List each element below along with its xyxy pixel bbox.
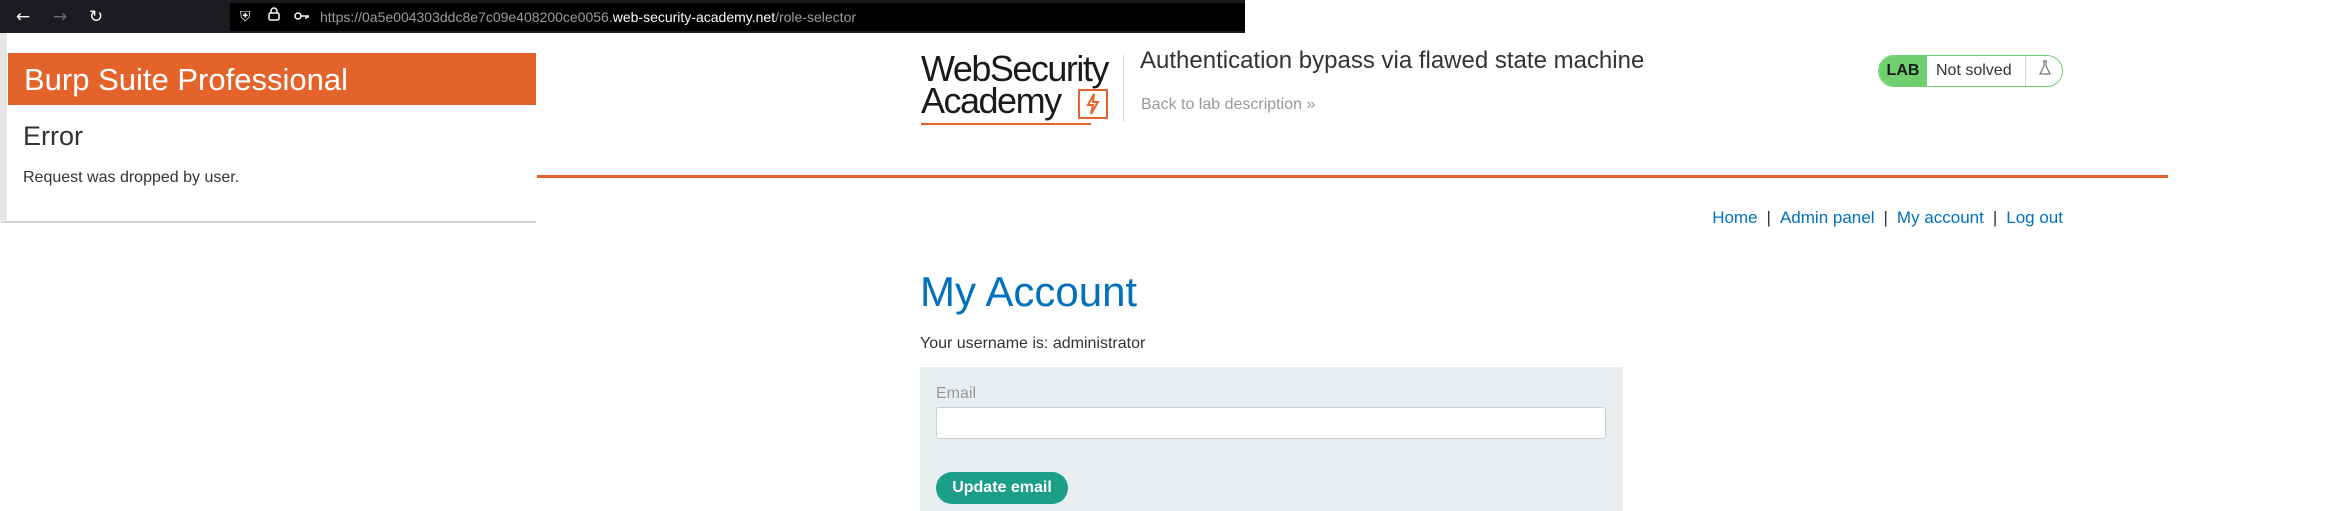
address-bar[interactable]: ⛨ https://0a5e004303ddc8e7c09e408200ce00… <box>230 3 1245 31</box>
back-link-label: Back to lab description <box>1141 96 1302 113</box>
lab-title: Authentication bypass via flawed state m… <box>1140 47 1645 74</box>
shield-icon[interactable]: ⛨ <box>240 7 251 27</box>
browser-toolbar: ← → ↻ ⛨ https://0a5e004303ddc8e7c09e4082… <box>0 0 1245 33</box>
lab-status-text: Not solved <box>1936 62 2012 79</box>
page-title: My Account <box>920 268 1138 315</box>
logo-underline <box>921 123 1091 125</box>
web-security-academy-logo[interactable]: WebSecurity Academy <box>921 51 1121 125</box>
logo-line2: Academy <box>921 80 1062 121</box>
lock-icon[interactable] <box>268 7 280 27</box>
lab-tag: LAB <box>1879 56 1927 86</box>
email-label: Email <box>936 385 977 402</box>
url-prefix: https://0a5e004303ddc8e7c09e408200ce0056… <box>320 9 613 25</box>
account-nav: Home | Admin panel | My account | Log out <box>1712 208 2063 228</box>
header-divider <box>1123 55 1124 122</box>
error-message: Request was dropped by user. <box>23 169 240 186</box>
header-rule <box>537 175 2168 178</box>
url-text[interactable]: https://0a5e004303ddc8e7c09e408200ce0056… <box>320 7 856 27</box>
lightning-icon <box>1078 89 1108 119</box>
nav-log-out-link[interactable]: Log out <box>2006 208 2063 227</box>
nav-separator: | <box>1766 208 1771 227</box>
nav-home-link[interactable]: Home <box>1712 208 1757 227</box>
nav-admin-panel-link[interactable]: Admin panel <box>1780 208 1875 227</box>
back-arrow-icon[interactable]: ← <box>12 6 34 28</box>
double-chevron-right-icon: » <box>1306 96 1316 113</box>
burp-title: Burp Suite Professional <box>24 62 348 97</box>
url-host: web-security-academy.net <box>612 9 776 25</box>
back-to-lab-link[interactable]: Back to lab description » <box>1141 96 1315 114</box>
burp-header: Burp Suite Professional <box>8 53 536 105</box>
lab-status-badge: LAB Not solved <box>1878 55 2063 87</box>
burp-error-panel: Burp Suite Professional Error Request wa… <box>0 33 536 223</box>
nav-separator: | <box>1992 208 1998 227</box>
reload-icon[interactable]: ↻ <box>85 6 107 28</box>
update-email-button[interactable]: Update email <box>936 472 1068 504</box>
nav-separator: | <box>1883 208 1888 227</box>
update-email-form: Email Update email <box>920 367 1623 511</box>
username-text: Your username is: administrator <box>920 335 1146 352</box>
nav-my-account-link[interactable]: My account <box>1897 208 1984 227</box>
forward-arrow-icon[interactable]: → <box>49 6 71 28</box>
email-input[interactable] <box>936 407 1606 439</box>
error-title: Error <box>23 121 83 151</box>
flask-icon <box>2025 56 2062 86</box>
key-icon[interactable] <box>294 7 310 27</box>
url-path: /role-selector <box>775 9 857 25</box>
